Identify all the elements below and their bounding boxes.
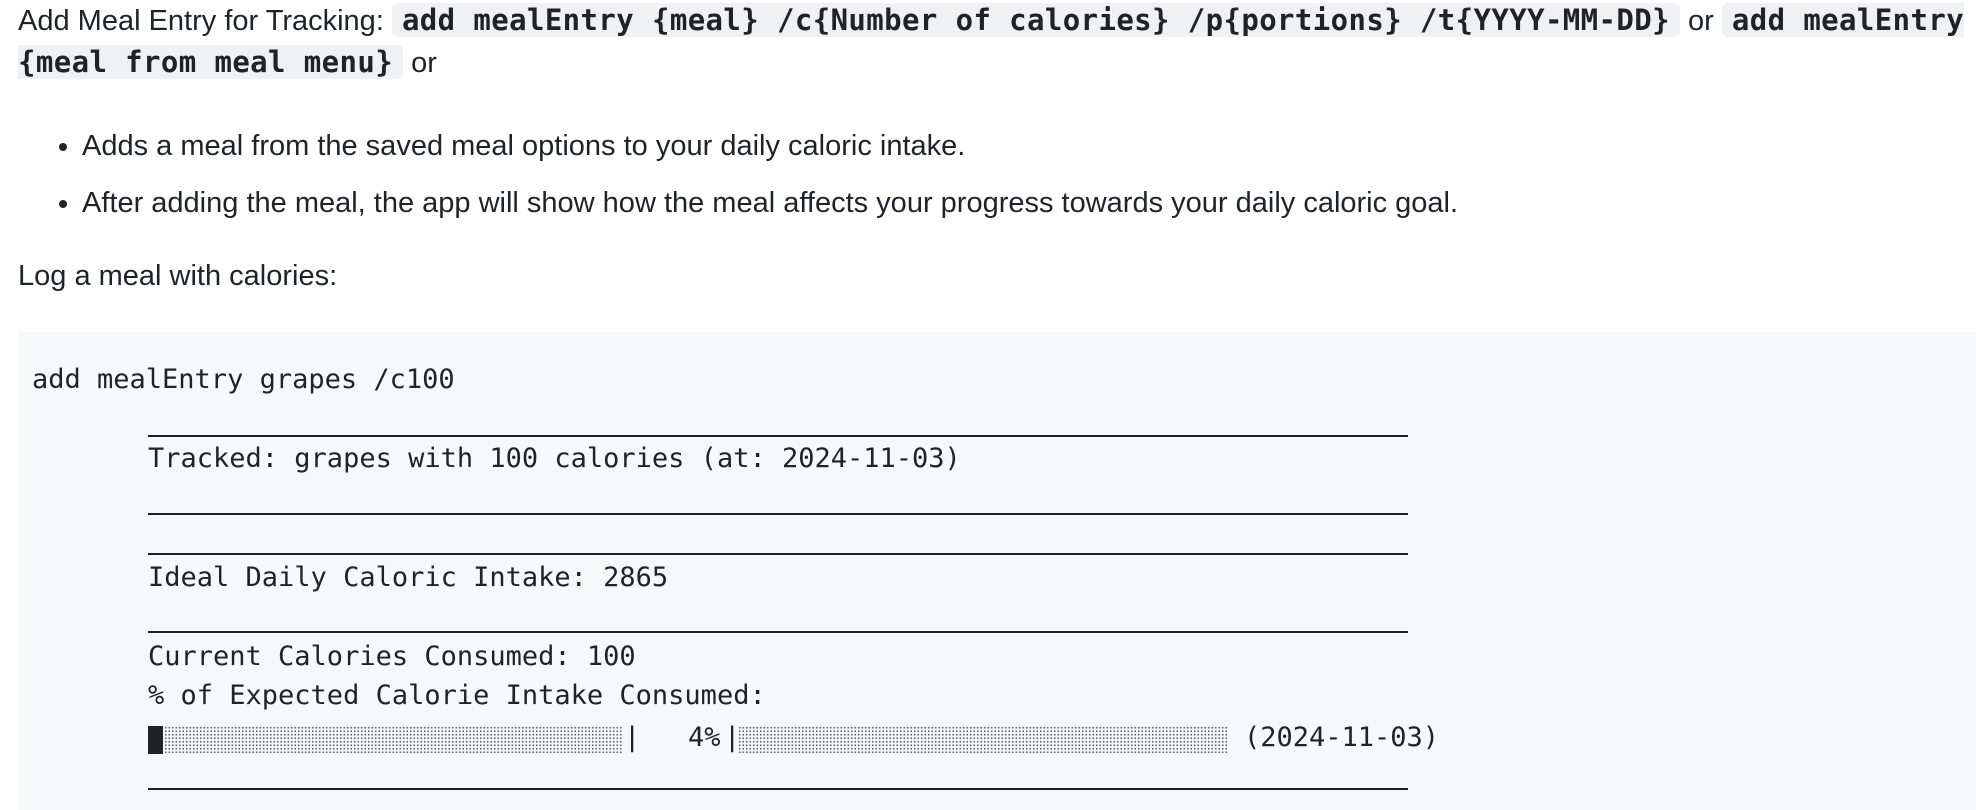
divider [148, 513, 1408, 515]
heading-title: Add Meal Entry for Tracking: [18, 5, 392, 37]
code-command: add mealEntry grapes /c100 [32, 364, 455, 395]
divider [148, 435, 1408, 437]
description-list: Adds a meal from the saved meal options … [18, 118, 1458, 232]
progress-empty-shade [164, 726, 622, 753]
divider [148, 631, 1408, 633]
example-intro: Log a meal with calories: [18, 260, 338, 292]
bar-separator: | [624, 722, 641, 753]
list-item: After adding the meal, the app will show… [82, 175, 1458, 232]
current-calories-line: Current Calories Consumed: 100 [148, 641, 636, 672]
progress-bar-row: | 4% | (2024-11-03) [148, 722, 1448, 756]
progress-trailing-shade [738, 726, 1228, 753]
heading-or-2: or [403, 47, 437, 79]
divider [148, 788, 1408, 790]
tracked-line: Tracked: grapes with 100 calories (at: 2… [148, 443, 961, 474]
list-item: Adds a meal from the saved meal options … [82, 118, 1458, 175]
divider [148, 553, 1408, 555]
progress-date: (2024-11-03) [1244, 722, 1440, 753]
progress-percent: 4% [688, 722, 721, 753]
progress-filled-block [148, 726, 163, 754]
ideal-intake-line: Ideal Daily Caloric Intake: 2865 [148, 562, 669, 593]
percent-label-line: % of Expected Calorie Intake Consumed: [148, 680, 766, 711]
syntax-code-1: add mealEntry {meal} /c{Number of calori… [391, 3, 1680, 37]
section-heading: Add Meal Entry for Tracking: add mealEnt… [18, 0, 1968, 84]
heading-or-1: or [1679, 5, 1722, 37]
